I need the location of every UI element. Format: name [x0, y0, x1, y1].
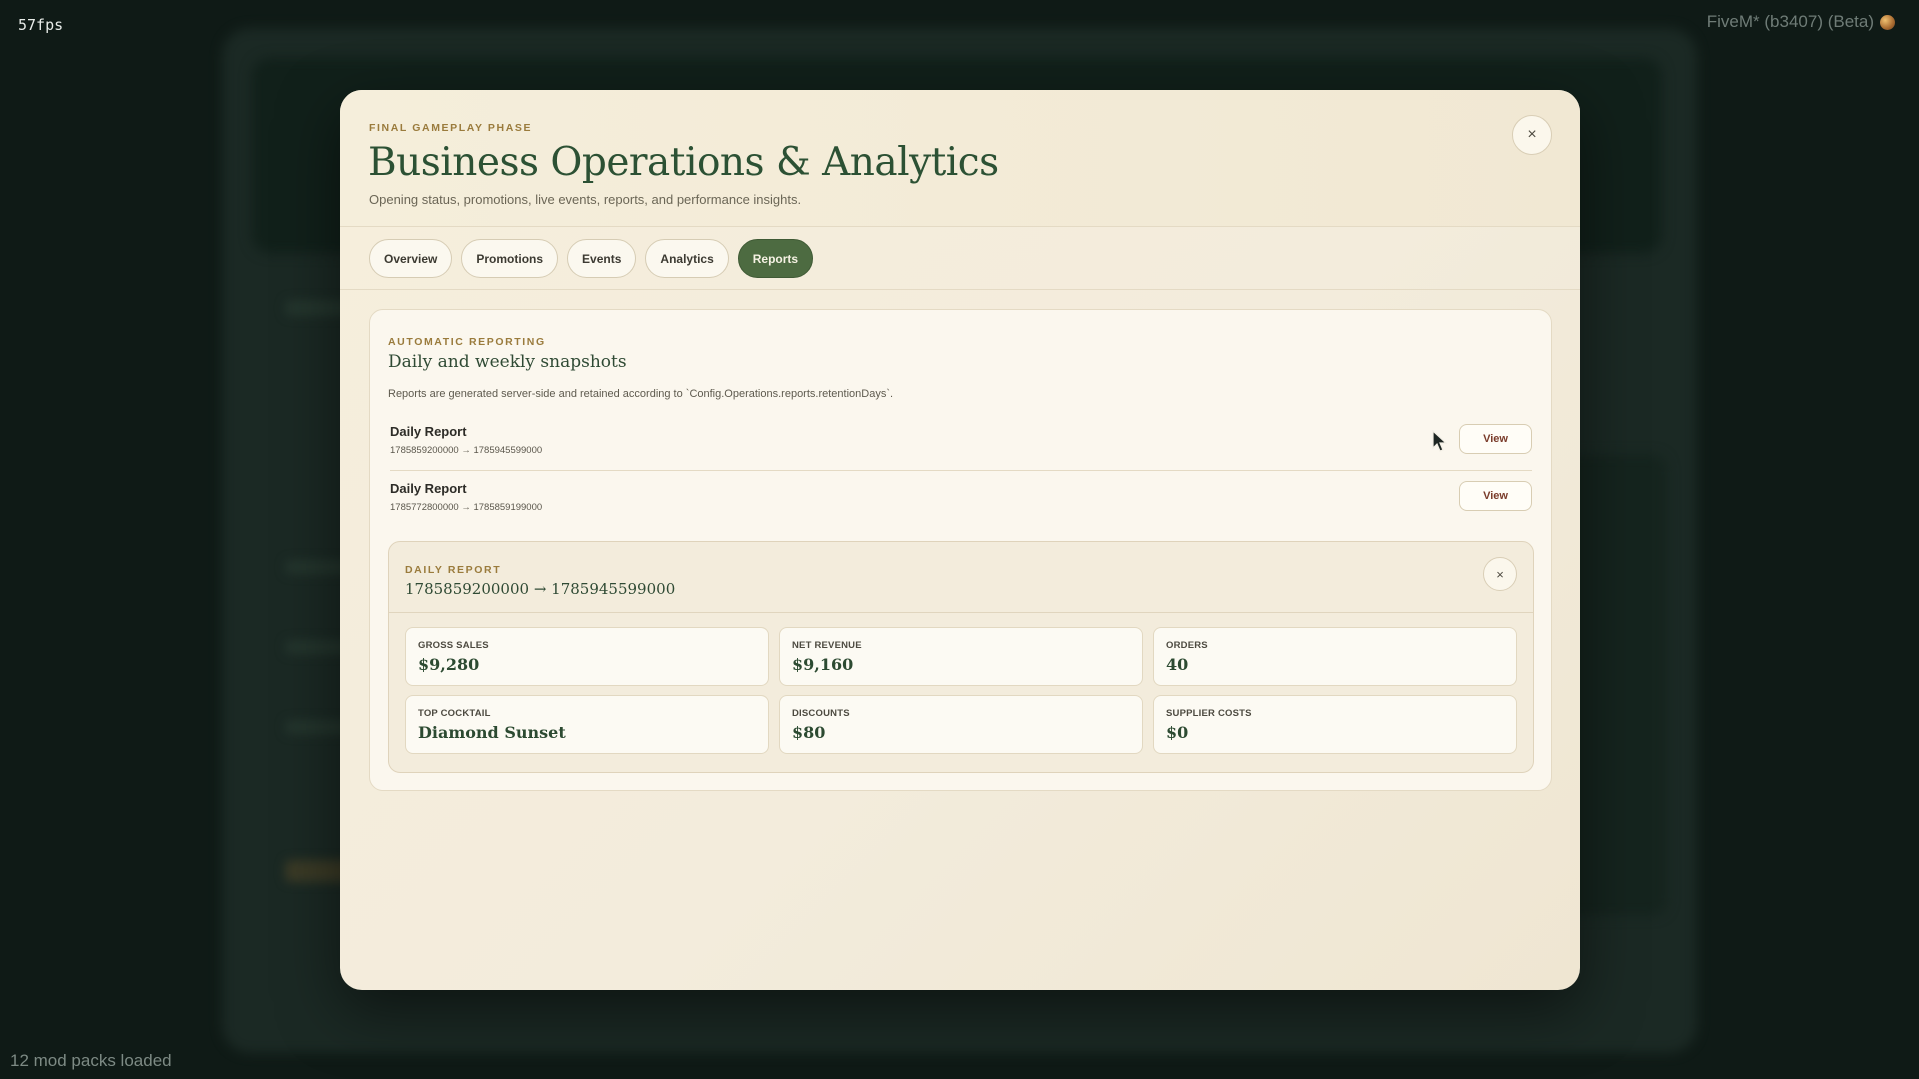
stat-label: TOP COCKTAIL [418, 708, 491, 719]
modal-eyebrow: FINAL GAMEPLAY PHASE [369, 122, 533, 134]
close-icon: × [1496, 566, 1504, 582]
view-report-button[interactable]: View [1459, 424, 1532, 454]
mouse-cursor-icon [1432, 430, 1448, 452]
report-range: 1785772800000 → 1785859199000 [390, 502, 543, 513]
view-report-button[interactable]: View [1459, 481, 1532, 511]
report-title: Daily Report [390, 481, 467, 496]
report-row: Daily Report 1785859200000 → 17859455990… [390, 424, 1532, 480]
tab-bar: Overview Promotions Events Analytics Rep… [369, 239, 814, 278]
tab-reports[interactable]: Reports [737, 239, 814, 278]
reports-eyebrow: AUTOMATIC REPORTING [388, 336, 546, 348]
tab-overview[interactable]: Overview [369, 239, 453, 278]
stat-label: SUPPLIER COSTS [1166, 708, 1252, 719]
report-stats-grid: GROSS SALES $9,280 NET REVENUE $9,160 OR… [405, 627, 1517, 754]
close-detail-button[interactable]: × [1483, 557, 1517, 591]
modal-title: Business Operations & Analytics [368, 140, 999, 185]
stat-label: DISCOUNTS [792, 708, 850, 719]
mod-packs-status: 12 mod packs loaded [10, 1051, 172, 1070]
reports-title: Daily and weekly snapshots [388, 352, 627, 372]
detail-eyebrow: DAILY REPORT [405, 564, 502, 576]
row-divider [390, 470, 1532, 471]
modal-header: FINAL GAMEPLAY PHASE Business Operations… [340, 90, 1580, 227]
report-title: Daily Report [390, 424, 467, 439]
stat-supplier-costs: SUPPLIER COSTS $0 [1153, 695, 1517, 754]
close-modal-button[interactable]: × [1512, 115, 1552, 155]
tabs-divider [340, 289, 1580, 290]
detail-range: 1785859200000 → 1785945599000 [405, 580, 676, 598]
fps-counter: 57fps [18, 16, 64, 34]
stat-gross-sales: GROSS SALES $9,280 [405, 627, 769, 686]
stat-label: NET REVENUE [792, 640, 862, 651]
stat-net-revenue: NET REVENUE $9,160 [779, 627, 1143, 686]
stat-value: $0 [1166, 723, 1189, 742]
modal-subtitle: Opening status, promotions, live events,… [369, 192, 802, 207]
report-row: Daily Report 1785772800000 → 17858591990… [390, 481, 1532, 537]
stat-value: Diamond Sunset [418, 723, 566, 742]
stat-value: $9,160 [792, 655, 854, 674]
close-icon: × [1527, 126, 1537, 143]
stat-label: ORDERS [1166, 640, 1208, 651]
stat-value: 40 [1166, 655, 1189, 674]
reports-description: Reports are generated server-side and re… [388, 388, 894, 400]
report-detail-header: DAILY REPORT 1785859200000 → 17859455990… [389, 542, 1533, 613]
stat-top-cocktail: TOP COCKTAIL Diamond Sunset [405, 695, 769, 754]
reports-card: AUTOMATIC REPORTING Daily and weekly sna… [369, 309, 1552, 791]
build-text: FiveM* (b3407) (Beta) [1706, 12, 1874, 31]
operations-modal: FINAL GAMEPLAY PHASE Business Operations… [340, 90, 1580, 990]
tab-promotions[interactable]: Promotions [461, 239, 559, 278]
report-range: 1785859200000 → 1785945599000 [390, 445, 543, 456]
tab-events[interactable]: Events [567, 239, 637, 278]
report-detail-panel: DAILY REPORT 1785859200000 → 17859455990… [388, 541, 1534, 773]
stat-value: $9,280 [418, 655, 480, 674]
fivem-logo-icon [1880, 14, 1895, 30]
stat-label: GROSS SALES [418, 640, 489, 651]
stat-discounts: DISCOUNTS $80 [779, 695, 1143, 754]
tab-analytics[interactable]: Analytics [645, 239, 729, 278]
stat-value: $80 [792, 723, 826, 742]
stat-orders: ORDERS 40 [1153, 627, 1517, 686]
build-label: FiveM* (b3407) (Beta) [1707, 12, 1895, 32]
